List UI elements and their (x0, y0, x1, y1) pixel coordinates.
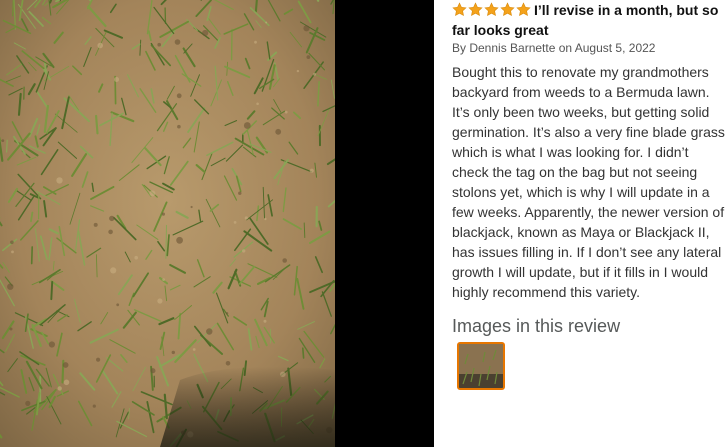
star-icon (484, 2, 499, 16)
review-body-line: few weeks. Apparently, the newer version… (452, 204, 725, 220)
review-image-thumbnail[interactable] (457, 342, 505, 390)
review-body-line: check the tag on the bag but not seeing (452, 164, 698, 180)
thumbnail-image (459, 344, 503, 388)
star-icon (452, 2, 467, 16)
review-headline[interactable]: I’ll revise in a month, but so far looks… (452, 0, 728, 40)
review-body-line: germination. It’s also a very fine blade… (452, 124, 725, 140)
review-body-line: backyard from weeds to a Bermuda lawn. (452, 84, 710, 100)
review-panel: I’ll revise in a month, but so far looks… (434, 0, 728, 447)
review-body-line: Bought this to renovate my grandmothers (452, 64, 709, 80)
star-icon (500, 2, 515, 16)
review-body-line: growth I will update, but if it fills in… (452, 264, 709, 280)
review-body-line: blackjack, known as Maya or Blackjack II… (452, 224, 710, 240)
review-body-line: which is what I was looking for. I didn’… (452, 144, 689, 160)
review-body: Bought this to renovate my grandmothers b… (452, 62, 728, 302)
headline-line-1: I’ll revise in a month, but so (534, 2, 719, 18)
review-body-line: stolons yet, which is why I will update … (452, 184, 710, 200)
review-body-line: It’s only been two weeks, but getting so… (452, 104, 710, 120)
grass-soil-image (0, 0, 335, 447)
review-body-line: highly recommend this variety. (452, 284, 641, 300)
star-rating (452, 2, 531, 17)
star-icon (516, 2, 531, 16)
images-section-heading: Images in this review (452, 316, 621, 336)
photo-viewer (0, 0, 434, 447)
review-photo[interactable] (0, 0, 335, 447)
review-body-line: has issues filling in. If I don’t see an… (452, 244, 722, 260)
review-byline: By Dennis Barnette on August 5, 2022 (452, 41, 656, 55)
star-icon (468, 2, 483, 16)
headline-line-2: far looks great (452, 22, 549, 38)
